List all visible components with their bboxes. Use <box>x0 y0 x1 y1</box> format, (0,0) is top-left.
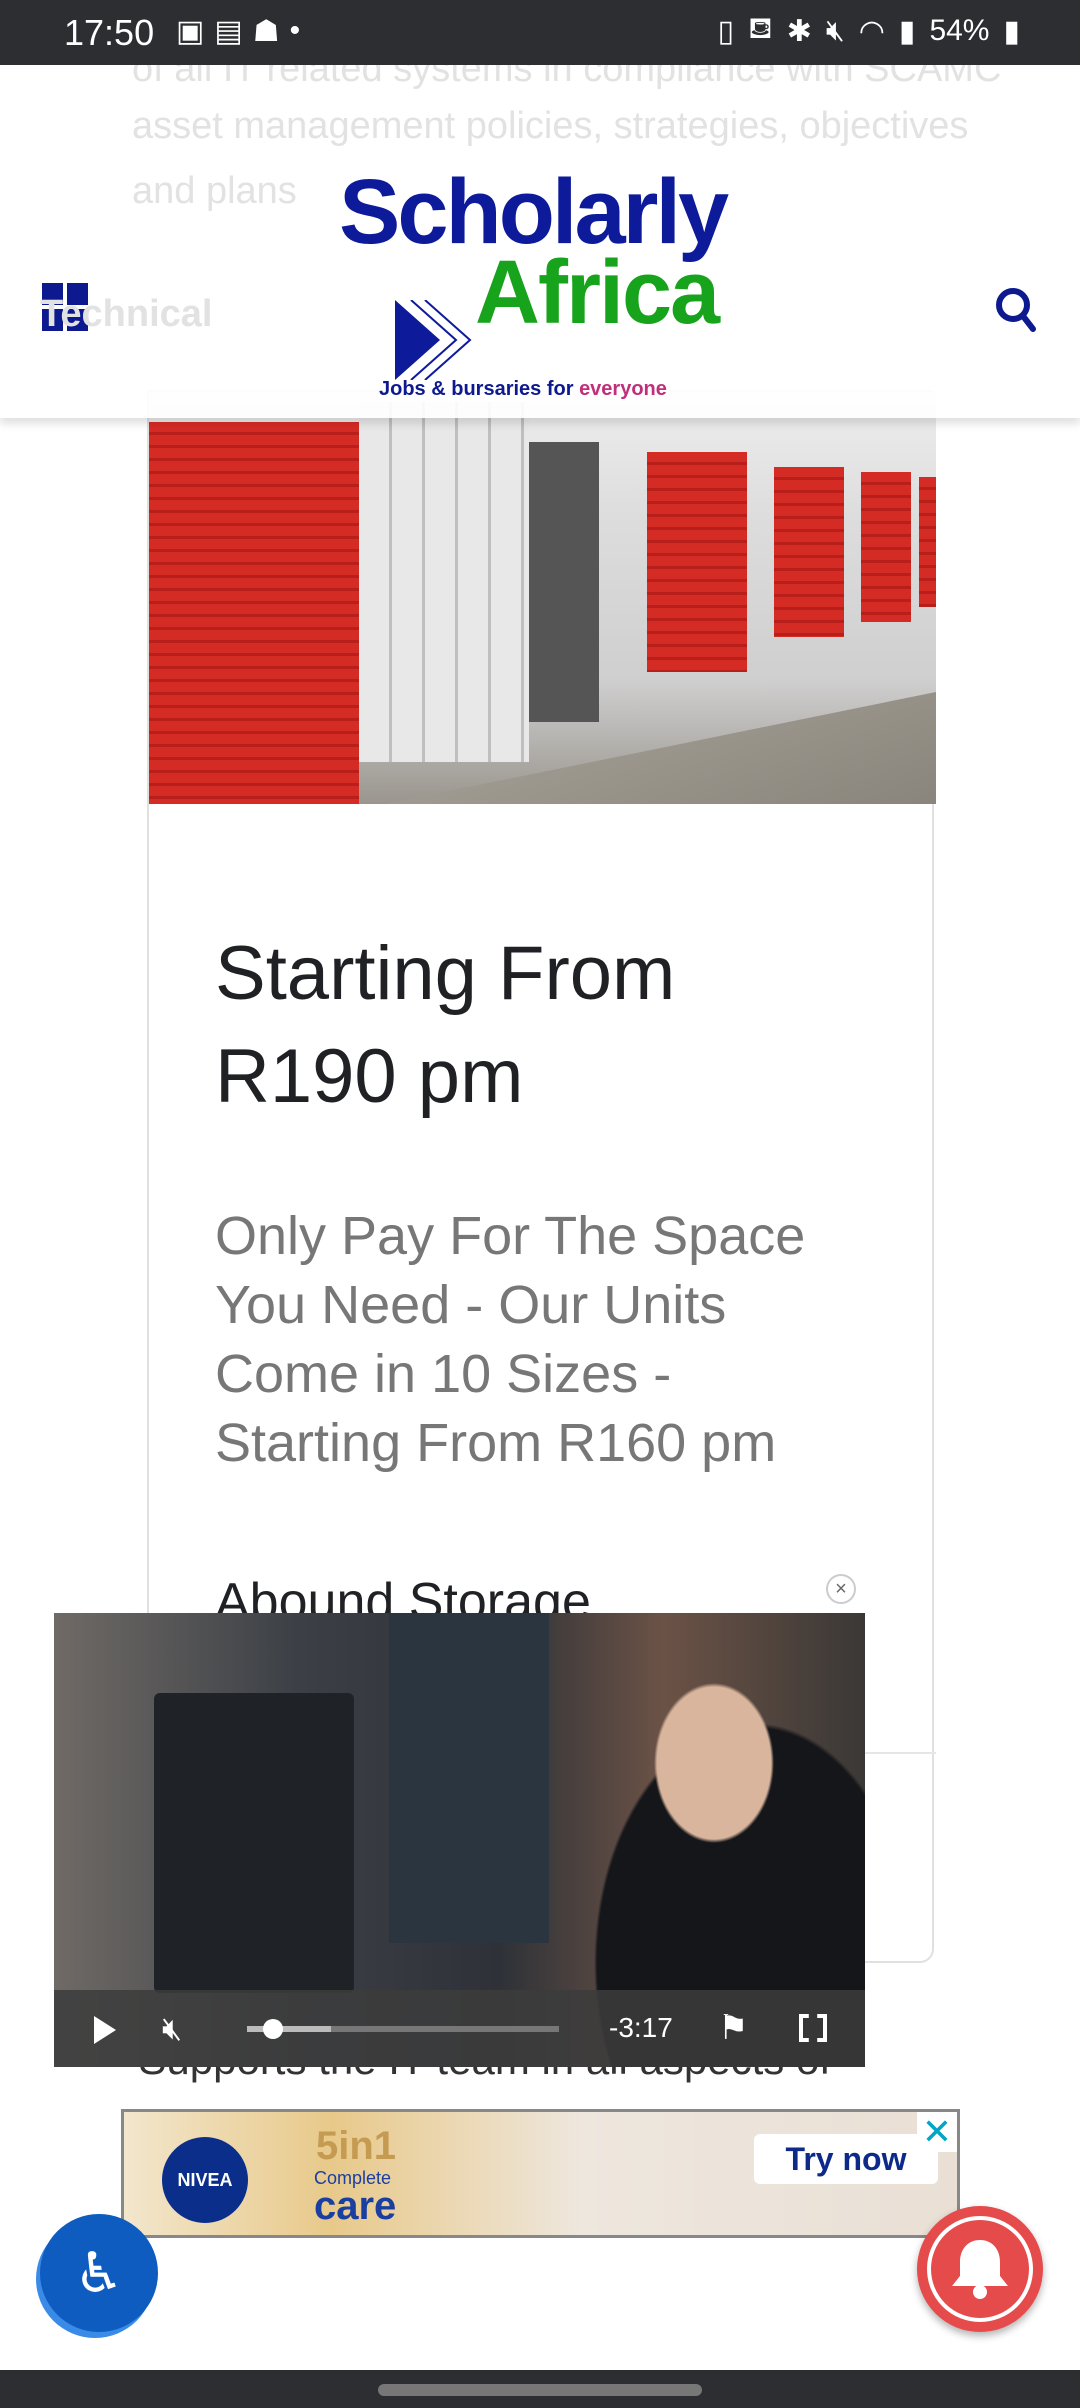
bell-icon <box>952 2240 1008 2299</box>
clock: 17:50 <box>64 12 155 53</box>
wifi-icon: ◠ <box>858 14 885 48</box>
promo-title: 5in1 <box>316 2124 397 2168</box>
linkedin-icon: ▤ <box>214 15 243 48</box>
mute-icon: 🔇︎ <box>825 14 845 47</box>
gallery-icon: ▣ <box>176 15 205 48</box>
video-player[interactable]: 🔇︎ -3:17 ⚑ <box>54 1613 865 2067</box>
play-icon[interactable] <box>94 2016 116 2044</box>
storage-units-image <box>149 392 936 804</box>
signal-icon: ▮ <box>898 14 916 48</box>
dot-icon: • <box>289 14 301 47</box>
flag-icon[interactable]: ⚑ <box>718 2008 748 2048</box>
search-icon[interactable] <box>995 285 1037 335</box>
accessibility-icon[interactable]: ♿︎ <box>40 2214 158 2332</box>
nivea-logo: NIVEA <box>162 2137 248 2223</box>
bg-text-line: and plans <box>132 170 297 212</box>
banner-close-button[interactable]: ✕ <box>917 2112 957 2152</box>
sleep-icon: ⛾ <box>748 12 773 45</box>
bg-heading: Technical <box>40 293 213 335</box>
system-nav-bar <box>0 2370 1080 2408</box>
logo-tagline: Jobs & bursaries for everyone <box>379 378 667 400</box>
home-gesture-handle[interactable] <box>378 2384 702 2396</box>
nivea-banner-ad[interactable]: NIVEA 5in1 Complete care Try now ✕ <box>121 2109 960 2238</box>
video-time-remaining: -3:17 <box>609 2012 673 2043</box>
fullscreen-icon[interactable] <box>799 2014 827 2042</box>
ad-description: Only Pay For The Space You Need - Our Un… <box>215 1206 806 1473</box>
status-bar: 17:50 ▣ ▤ ☗ • ▯ ⛾ ✱ 🔇︎ ◠ ▮ 54% ▮ <box>0 0 1080 65</box>
notification-bell-button[interactable] <box>917 2206 1043 2332</box>
bg-text-line: asset management policies, strategies, o… <box>132 105 969 147</box>
logo-africa: Africa <box>475 243 720 343</box>
snapchat-icon: ☗ <box>252 15 280 48</box>
promo-sub: care <box>314 2184 397 2228</box>
ad-headline: Starting From R190 pm <box>215 931 676 1119</box>
muted-icon[interactable]: 🔇︎ <box>162 2010 182 2048</box>
battery-level: 54% <box>929 14 990 47</box>
try-now-button[interactable]: Try now <box>754 2134 938 2184</box>
bluetooth-icon: ✱ <box>786 14 812 48</box>
video-close-button[interactable]: × <box>826 1574 856 1604</box>
battery-icon: ▮ <box>1003 14 1020 48</box>
video-progress-slider[interactable] <box>247 2019 559 2039</box>
video-frame-screen <box>389 1613 549 1943</box>
video-controls: 🔇︎ -3:17 ⚑ <box>54 1990 865 2067</box>
site-logo[interactable]: Scholarly Africa Jobs & bursaries for ev… <box>335 160 735 410</box>
battery-saver-icon: ▯ <box>717 14 735 48</box>
video-frame-monitor <box>154 1693 354 1993</box>
